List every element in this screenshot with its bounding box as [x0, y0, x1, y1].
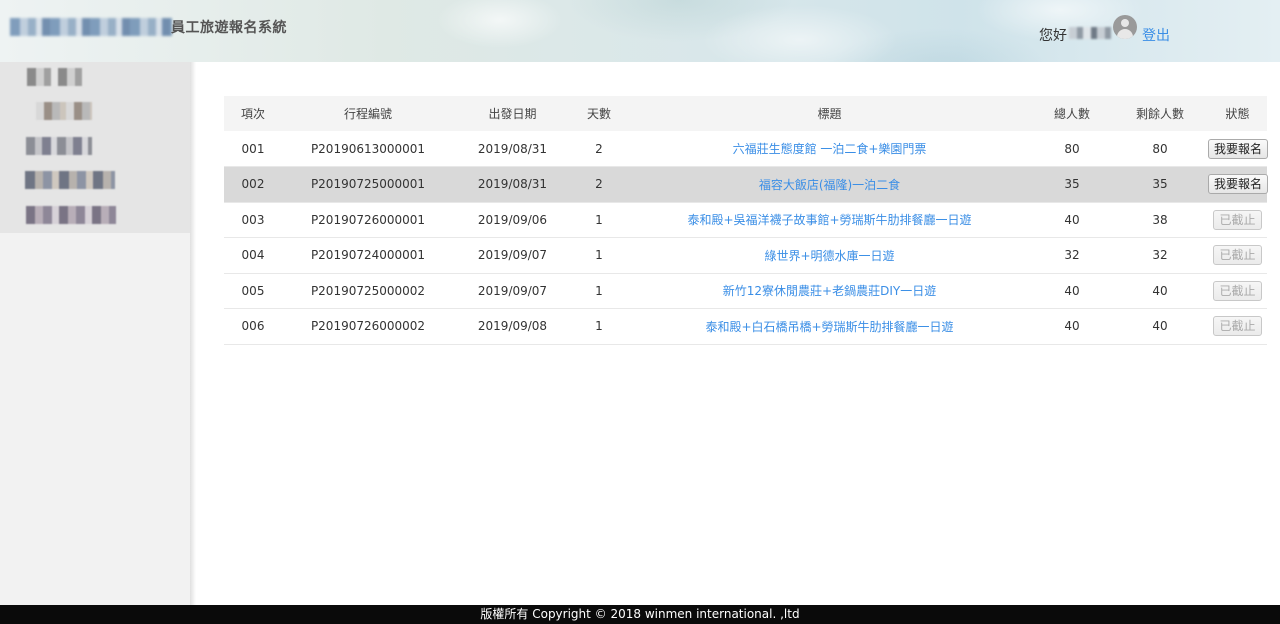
row-title-cell: 綠世界+明德水庫一日遊: [627, 238, 1032, 274]
avatar[interactable]: [1113, 15, 1137, 39]
row-date: 2019/08/31: [477, 177, 548, 192]
row-title-cell: 福容大飯店(福隆)一泊二食: [627, 167, 1032, 203]
company-logo: [10, 18, 172, 36]
row-total: 35: [1064, 177, 1080, 192]
row-remaining: 40: [1152, 319, 1168, 334]
table-row[interactable]: 003 P20190726000001 2019/09/06 1 泰和殿+吳福洋…: [224, 202, 1267, 238]
row-date: 2019/09/06: [477, 212, 548, 227]
col-header-days: 天數: [586, 107, 611, 121]
trip-title-link[interactable]: 六福莊生態度館 一泊二食+樂園門票: [733, 142, 927, 156]
table-row[interactable]: 004 P20190724000001 2019/09/07 1 綠世界+明德水…: [224, 237, 1267, 274]
row-status-cell: 我要報名: [1208, 131, 1269, 167]
trip-title-link[interactable]: 新竹12寮休閒農莊+老鍋農莊DIY一日遊: [723, 284, 936, 298]
row-code: P20190613000001: [310, 141, 426, 156]
row-no: 005: [241, 283, 265, 298]
row-title-cell: 新竹12寮休閒農莊+老鍋農莊DIY一日遊: [627, 273, 1032, 309]
row-days: 1: [595, 283, 603, 298]
sidebar-item-1[interactable]: [27, 68, 84, 86]
copyright-text: 版權所有 Copyright © 2018 winmen internation…: [480, 607, 800, 621]
row-total: 40: [1064, 283, 1080, 298]
closed-button: 已截止: [1213, 280, 1262, 301]
row-no: 006: [241, 319, 265, 334]
row-days: 2: [595, 177, 603, 192]
closed-button: 已截止: [1213, 209, 1262, 230]
row-remaining: 38: [1152, 212, 1168, 227]
row-remaining: 40: [1152, 283, 1168, 298]
row-title-cell: 泰和殿+白石橋吊橋+勞瑞斯牛肋排餐廳一日遊: [627, 309, 1032, 345]
row-no: 004: [241, 248, 265, 263]
register-button[interactable]: 我要報名: [1208, 174, 1269, 195]
table-row[interactable]: 005 P20190725000002 2019/09/07 1 新竹12寮休閒…: [224, 273, 1267, 309]
row-total: 40: [1064, 319, 1080, 334]
sidebar-item-2[interactable]: [36, 102, 92, 120]
trip-title-link[interactable]: 泰和殿+吳福洋襪子故事館+勞瑞斯牛肋排餐廳一日遊: [687, 213, 971, 227]
trip-table-container: 項次 行程編號 出發日期 天數 標題 總人數 剩餘人數 狀態 001 P2019…: [224, 96, 1269, 345]
row-code: P20190724000001: [310, 248, 426, 263]
closed-button: 已截止: [1213, 316, 1262, 337]
footer: 版權所有 Copyright © 2018 winmen internation…: [0, 605, 1280, 624]
row-date: 2019/08/31: [477, 141, 548, 156]
row-date: 2019/09/08: [477, 319, 548, 334]
register-button[interactable]: 我要報名: [1208, 138, 1269, 159]
row-date: 2019/09/07: [477, 248, 548, 263]
row-status-cell: 已截止: [1208, 238, 1267, 274]
row-title-cell: 六福莊生態度館 一泊二食+樂園門票: [627, 131, 1032, 167]
row-code: P20190725000001: [310, 177, 426, 192]
row-days: 1: [595, 248, 603, 263]
row-code: P20190726000002: [310, 319, 426, 334]
row-total: 80: [1064, 141, 1080, 156]
row-title-cell: 泰和殿+吳福洋襪子故事館+勞瑞斯牛肋排餐廳一日遊: [627, 202, 1032, 238]
closed-button: 已截止: [1213, 245, 1262, 266]
logout-link[interactable]: 登出: [1142, 25, 1170, 45]
trip-title-link[interactable]: 泰和殿+白石橋吊橋+勞瑞斯牛肋排餐廳一日遊: [705, 320, 953, 334]
col-header-remaining: 剩餘人數: [1135, 107, 1184, 121]
greeting-text: 您好: [1039, 28, 1067, 44]
user-name: [1069, 27, 1111, 39]
top-header: 員工旅遊報名系統 您好 登出: [0, 0, 1280, 62]
row-days: 1: [595, 212, 603, 227]
col-header-no: 項次: [240, 107, 265, 121]
trip-title-link[interactable]: 綠世界+明德水庫一日遊: [764, 249, 894, 263]
system-title: 員工旅遊報名系統: [171, 20, 287, 36]
row-status-cell: 已截止: [1208, 309, 1267, 345]
col-header-code: 行程編號: [343, 107, 392, 121]
table-row[interactable]: 002 P20190725000001 2019/08/31 2 福容大飯店(福…: [224, 166, 1269, 203]
sidebar-item-4[interactable]: [25, 171, 115, 189]
col-header-date: 出發日期: [488, 107, 537, 121]
sidebar-shadow: [190, 62, 196, 605]
row-code: P20190726000001: [310, 212, 426, 227]
row-days: 1: [595, 319, 603, 334]
row-date: 2019/09/07: [477, 283, 548, 298]
row-days: 2: [595, 141, 603, 156]
trip-table: 項次 行程編號 出發日期 天數 標題 總人數 剩餘人數 狀態 001 P2019…: [224, 96, 1269, 345]
trip-title-link[interactable]: 福容大飯店(福隆)一泊二食: [759, 178, 900, 192]
col-header-total: 總人數: [1053, 107, 1090, 121]
table-header-row: 項次 行程編號 出發日期 天數 標題 總人數 剩餘人數 狀態: [224, 96, 1267, 131]
row-status-cell: 已截止: [1208, 273, 1267, 309]
row-remaining: 32: [1152, 248, 1168, 263]
row-total: 40: [1064, 212, 1080, 227]
col-header-status: 狀態: [1225, 107, 1250, 121]
sidebar-item-3[interactable]: [26, 137, 92, 155]
row-status-cell: 我要報名: [1208, 167, 1269, 203]
row-status-cell: 已截止: [1208, 202, 1267, 238]
row-total: 32: [1064, 248, 1080, 263]
row-no: 003: [241, 212, 265, 227]
row-code: P20190725000002: [310, 283, 426, 298]
col-header-title: 標題: [817, 107, 842, 121]
sidebar-item-5[interactable]: [26, 206, 116, 224]
table-row[interactable]: 006 P20190726000002 2019/09/08 1 泰和殿+白石橋…: [224, 308, 1267, 345]
table-row[interactable]: 001 P20190613000001 2019/08/31 2 六福莊生態度館…: [224, 131, 1269, 167]
row-remaining: 35: [1152, 177, 1168, 192]
row-no: 001: [241, 141, 265, 156]
row-remaining: 80: [1152, 141, 1168, 156]
row-no: 002: [241, 177, 265, 192]
